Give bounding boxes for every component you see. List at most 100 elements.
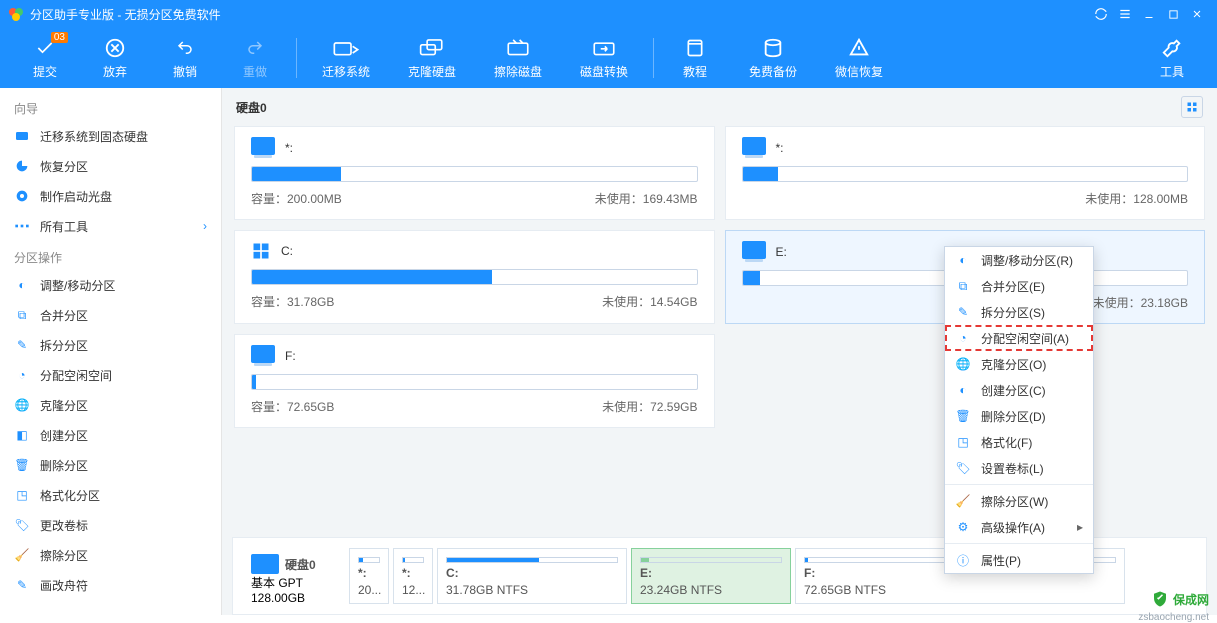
shield-icon: [1151, 589, 1169, 609]
separator: [653, 38, 654, 78]
sidebar-op-item[interactable]: 🌐克隆分区: [0, 390, 221, 420]
free-label: 未使用：23.18GB: [1093, 294, 1188, 311]
context-menu-item[interactable]: 🗑删除分区(D): [945, 403, 1093, 429]
watermark: 保成网: [1151, 589, 1209, 609]
partition-card[interactable]: *: 未使用：128.00MB: [725, 126, 1206, 220]
partition-card[interactable]: F: 容量：72.65GB未使用：72.59GB: [234, 334, 715, 428]
op-icon: ◳: [14, 487, 30, 503]
segment-label: 20...: [358, 583, 380, 597]
sidebar-wizard-item[interactable]: 所有工具›: [0, 211, 221, 241]
wrench-icon: [1158, 37, 1186, 59]
disk-map-segment[interactable]: C: 31.78GB NTFS: [437, 548, 627, 604]
convert-disk-button[interactable]: 磁盘转换: [561, 28, 647, 88]
commit-button[interactable]: 03 提交: [10, 28, 80, 88]
op-icon: 🗑: [14, 457, 30, 473]
sidebar-wizard-item[interactable]: 迁移系统到固态硬盘: [0, 121, 221, 151]
wechat-recover-button[interactable]: 微信恢复: [816, 28, 902, 88]
sidebar-group-ops: 分区操作: [0, 241, 221, 270]
context-menu-item[interactable]: ⧉合并分区(E): [945, 273, 1093, 299]
drive-icon: [742, 137, 766, 158]
partition-card[interactable]: C: 容量：31.78GB未使用：14.54GB: [234, 230, 715, 324]
discard-icon: [101, 37, 129, 59]
migrate-icon: [332, 37, 360, 59]
context-menu-item[interactable]: ⚙高级操作(A)▸: [945, 514, 1093, 540]
titlebar: 分区助手专业版 - 无损分区免费软件: [0, 0, 1217, 28]
menu-separator: [945, 484, 1093, 485]
sidebar-op-item[interactable]: 🧹擦除分区: [0, 540, 221, 570]
usage-bar: [251, 166, 698, 182]
backup-button[interactable]: 免费备份: [730, 28, 816, 88]
context-menu-item[interactable]: ◔分配空闲空间(A): [945, 325, 1093, 351]
watermark-url: zsbaocheng.net: [1138, 612, 1209, 623]
clone-disk-button[interactable]: 克隆硬盘: [389, 28, 475, 88]
minimize-button[interactable]: [1137, 2, 1161, 26]
disk-icon: [251, 554, 279, 574]
sidebar-wizard-item[interactable]: 恢复分区: [0, 151, 221, 181]
segment-name: E:: [640, 566, 782, 580]
redo-icon: [241, 37, 269, 59]
context-menu-item[interactable]: ◐调整/移动分区(R): [945, 247, 1093, 273]
sidebar-op-item[interactable]: ◔分配空闲空间: [0, 360, 221, 390]
redo-button[interactable]: 重做: [220, 28, 290, 88]
context-menu: ◐调整/移动分区(R)⧉合并分区(E)✎拆分分区(S)◔分配空闲空间(A)🌐克隆…: [944, 246, 1094, 574]
capacity-label: 容量：72.65GB: [251, 398, 334, 415]
context-menu-item[interactable]: 🌐克隆分区(O): [945, 351, 1093, 377]
maximize-button[interactable]: [1161, 2, 1185, 26]
usage-bar: [742, 166, 1189, 182]
refresh-button[interactable]: [1089, 2, 1113, 26]
tools-button[interactable]: 工具: [1137, 28, 1207, 88]
wizard-icon: [14, 218, 30, 234]
context-menu-item[interactable]: ◳格式化(F): [945, 429, 1093, 455]
segment-label: 23.24GB NTFS: [640, 583, 782, 597]
context-menu-item[interactable]: ⓘ属性(P): [945, 547, 1093, 573]
sidebar-op-item[interactable]: ✎拆分分区: [0, 330, 221, 360]
app-logo-icon: [8, 6, 24, 22]
partition-card[interactable]: *: 容量：200.00MB未使用：169.43MB: [234, 126, 715, 220]
op-icon: ⧉: [14, 307, 30, 323]
undo-button[interactable]: 撤销: [150, 28, 220, 88]
context-menu-item[interactable]: ◐创建分区(C): [945, 377, 1093, 403]
sidebar: 向导 迁移系统到固态硬盘恢复分区制作启动光盘所有工具› 分区操作 ◐调整/移动分…: [0, 88, 222, 615]
op-icon: 🌐: [14, 397, 30, 413]
disk-map-segment[interactable]: *: 20...: [349, 548, 389, 604]
sidebar-op-item[interactable]: ◐调整/移动分区: [0, 270, 221, 300]
drive-icon: [742, 241, 766, 262]
sidebar-op-item[interactable]: ◳格式化分区: [0, 480, 221, 510]
sidebar-op-item[interactable]: 🏷更改卷标: [0, 510, 221, 540]
tutorial-button[interactable]: 教程: [660, 28, 730, 88]
usage-bar: [251, 374, 698, 390]
clone-icon: [418, 37, 446, 59]
sidebar-op-item[interactable]: ◧创建分区: [0, 420, 221, 450]
drive-icon: [251, 345, 275, 366]
backup-icon: [759, 37, 787, 59]
wipe-icon: [504, 37, 532, 59]
view-toggle-button[interactable]: [1181, 96, 1203, 118]
recover-icon: [845, 37, 873, 59]
menu-button[interactable]: [1113, 2, 1137, 26]
segment-label: 31.78GB NTFS: [446, 583, 618, 597]
context-menu-item[interactable]: ✎拆分分区(S): [945, 299, 1093, 325]
adv-icon: ⚙: [955, 519, 971, 535]
sidebar-wizard-item[interactable]: 制作启动光盘: [0, 181, 221, 211]
op-icon: 🧹: [14, 547, 30, 563]
wipe-disk-button[interactable]: 擦除磁盘: [475, 28, 561, 88]
partition-name: E:: [776, 245, 787, 259]
discard-button[interactable]: 放弃: [80, 28, 150, 88]
close-button[interactable]: [1185, 2, 1209, 26]
free-label: 未使用：169.43MB: [595, 190, 698, 207]
commit-badge: 03: [51, 32, 68, 43]
migrate-os-button[interactable]: 迁移系统: [303, 28, 389, 88]
book-icon: [681, 37, 709, 59]
sidebar-op-item[interactable]: ✎画改舟符: [0, 570, 221, 600]
sidebar-op-item[interactable]: 🗑删除分区: [0, 450, 221, 480]
undo-icon: [171, 37, 199, 59]
disk-map-segment[interactable]: *: 12...: [393, 548, 433, 604]
free-label: 未使用：128.00MB: [1085, 190, 1188, 207]
disk-map-segment[interactable]: E: 23.24GB NTFS: [631, 548, 791, 604]
context-menu-item[interactable]: 🏷设置卷标(L): [945, 455, 1093, 481]
context-menu-item[interactable]: 🧹擦除分区(W): [945, 488, 1093, 514]
resize-icon: ◐: [955, 252, 971, 268]
sidebar-op-item[interactable]: ⧉合并分区: [0, 300, 221, 330]
clone-icon: 🌐: [955, 356, 971, 372]
toolbar: 03 提交 放弃 撤销 重做 迁移系统 克隆硬盘 擦除磁盘 磁盘转换 教程 免费…: [0, 28, 1217, 88]
